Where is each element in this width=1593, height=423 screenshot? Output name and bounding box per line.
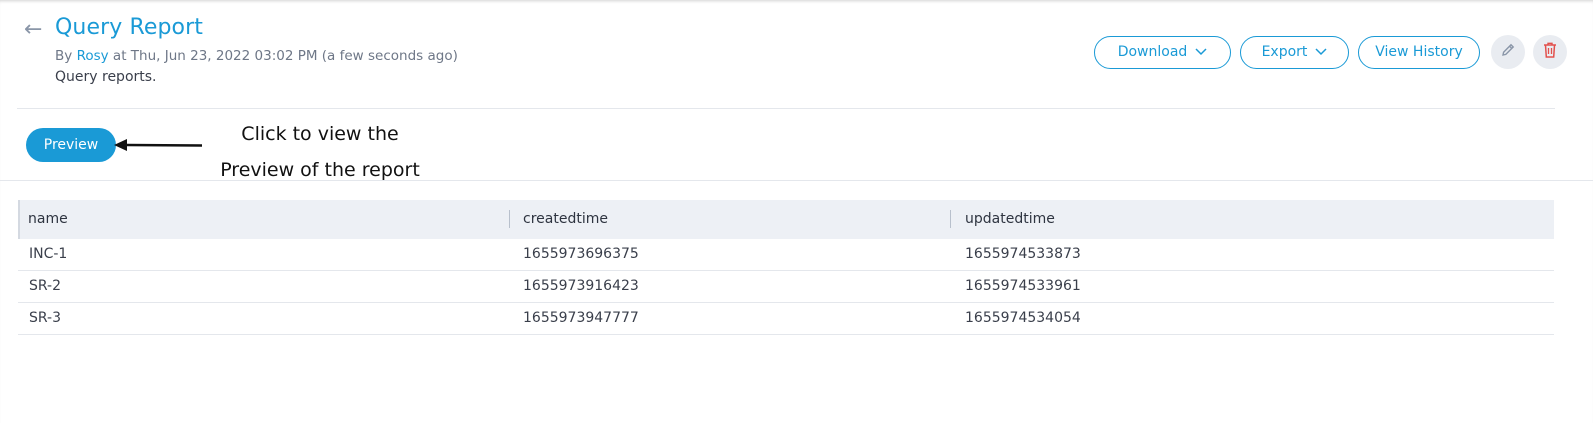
- view-history-button[interactable]: View History: [1358, 35, 1480, 69]
- trash-icon: [1542, 41, 1558, 63]
- edit-button[interactable]: [1491, 35, 1525, 69]
- cell-name: INC-1: [29, 246, 68, 262]
- report-byline: By Rosy at Thu, Jun 23, 2022 03:02 PM (a…: [55, 48, 458, 64]
- pencil-icon: [1500, 42, 1516, 62]
- report-description: Query reports.: [55, 69, 157, 85]
- delete-button[interactable]: [1533, 35, 1567, 69]
- cell-updatedtime: 1655974533961: [965, 278, 1081, 294]
- cell-name: SR-3: [29, 310, 62, 326]
- column-header-name[interactable]: name: [28, 211, 68, 227]
- export-button[interactable]: Export: [1240, 35, 1349, 69]
- preview-divider: [0, 180, 1593, 181]
- annotation-line-2: Preview of the report: [220, 159, 420, 181]
- byline-timestamp: at Thu, Jun 23, 2022 03:02 PM (a few sec…: [112, 48, 458, 64]
- back-arrow-icon[interactable]: ←: [24, 18, 42, 42]
- page-title: Query Report: [55, 15, 203, 40]
- cell-updatedtime: 1655974534054: [965, 310, 1081, 326]
- download-label: Download: [1117, 44, 1188, 60]
- table-row[interactable]: INC-1 1655973696375 1655974533873: [18, 239, 1554, 271]
- annotation-line-1: Click to view the: [241, 123, 399, 145]
- cell-updatedtime: 1655974533873: [965, 246, 1081, 262]
- byline-prefix: By: [55, 48, 73, 64]
- preview-button[interactable]: Preview: [26, 128, 116, 162]
- table-row[interactable]: SR-2 1655973916423 1655974533961: [18, 271, 1554, 303]
- column-resize-handle[interactable]: [950, 210, 951, 228]
- author-link[interactable]: Rosy: [77, 48, 109, 64]
- cell-name: SR-2: [29, 278, 62, 294]
- cell-createdtime: 1655973916423: [523, 278, 639, 294]
- table-header: name createdtime updatedtime: [18, 200, 1554, 239]
- cell-createdtime: 1655973696375: [523, 246, 639, 262]
- export-label: Export: [1261, 44, 1308, 60]
- table-row[interactable]: SR-3 1655973947777 1655974534054: [18, 303, 1554, 335]
- chevron-down-icon: [1195, 45, 1207, 59]
- annotation-arrow-icon: [114, 139, 203, 151]
- header-actions: Download Export View History: [1094, 35, 1567, 69]
- report-table: name createdtime updatedtime INC-1 16559…: [18, 200, 1554, 335]
- cell-createdtime: 1655973947777: [523, 310, 639, 326]
- column-header-updatedtime[interactable]: updatedtime: [965, 211, 1055, 227]
- column-header-createdtime[interactable]: createdtime: [523, 211, 608, 227]
- column-resize-handle[interactable]: [509, 210, 510, 228]
- header-divider: [17, 108, 1555, 109]
- annotation-text: Click to view the Preview of the report: [205, 116, 435, 188]
- chevron-down-icon: [1315, 45, 1327, 59]
- download-button[interactable]: Download: [1094, 35, 1231, 69]
